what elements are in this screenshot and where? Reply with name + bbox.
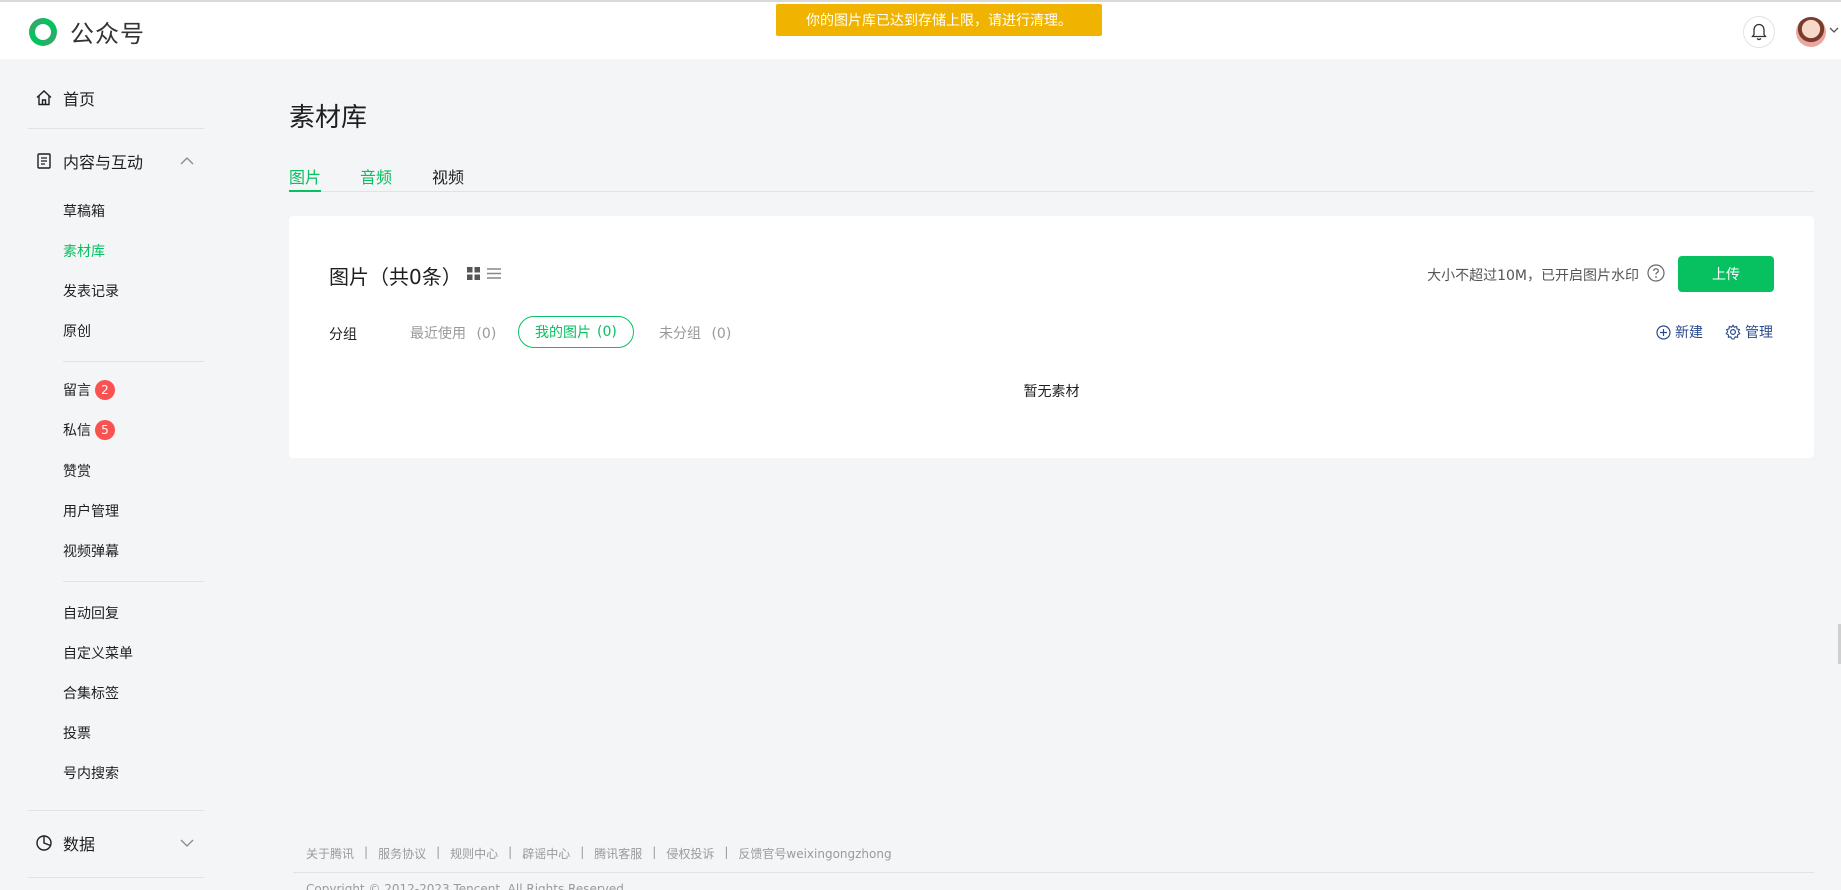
sidebar-section-label: 数据 [63, 835, 96, 854]
logo[interactable]: 公众号 [26, 14, 145, 49]
sidebar-item-label: 私信 [63, 423, 91, 439]
sidebar-item-messages[interactable]: 私信 5 [63, 420, 115, 440]
plus-circle-icon [1656, 324, 1671, 340]
group-name: 未分组 [659, 326, 701, 342]
footer-link[interactable]: 服务协议 [378, 845, 426, 862]
footer-divider [293, 872, 1814, 873]
copyright: Copyright © 2012-2023 Tencent. All Right… [306, 882, 628, 890]
avatar[interactable] [1796, 17, 1826, 47]
page-title: 素材库 [289, 103, 368, 133]
divider [63, 361, 204, 362]
footer-link[interactable]: 反馈官号weixingongzhong [738, 845, 891, 862]
divider [63, 581, 204, 582]
sidebar-item-home[interactable]: 首页 [35, 86, 95, 110]
group-count: (0) [711, 326, 732, 342]
list-view-icon[interactable] [487, 267, 501, 280]
sidebar-item-drafts[interactable]: 草稿箱 [63, 201, 105, 221]
sidebar-item-user-management[interactable]: 用户管理 [63, 501, 119, 521]
image-count-title: 图片（共0条） [329, 265, 462, 289]
footer-link[interactable]: 关于腾讯 [306, 845, 354, 862]
sidebar-item-reward[interactable]: 赞赏 [63, 461, 91, 481]
tab-audio[interactable]: 音频 [360, 164, 392, 192]
chevron-up-icon[interactable] [180, 156, 194, 165]
sidebar-section-content[interactable]: 内容与互动 [35, 149, 143, 173]
empty-state-text: 暂无素材 [1023, 384, 1080, 400]
footer-link[interactable]: 辟谣中心 [522, 845, 570, 862]
sidebar-item-label: 留言 [63, 383, 91, 399]
group-my-images[interactable]: 我的图片 (0) [518, 316, 634, 348]
footer-links: 关于腾讯 | 服务协议 | 规则中心 | 辟谣中心 | 腾讯客服 | 侵权投诉 | 反馈官号… [306, 845, 892, 862]
sidebar-item-collection-tags[interactable]: 合集标签 [63, 683, 119, 703]
group-ungrouped[interactable]: 未分组 (0) [659, 323, 731, 343]
group-name: 最近使用 [410, 326, 466, 342]
sidebar: 首页 内容与互动 草稿箱 素材库 发表记录 原创 留言 2 私信 5 赞赏 用户… [0, 59, 220, 890]
messages-count-badge: 5 [95, 420, 115, 440]
chevron-down-icon[interactable] [1829, 26, 1839, 34]
tab-video[interactable]: 视频 [432, 164, 464, 192]
footer-link[interactable]: 侵权投诉 [666, 845, 714, 862]
footer-link[interactable]: 腾讯客服 [594, 845, 642, 862]
sidebar-section-label: 内容与互动 [63, 153, 144, 172]
wechat-official-logo-icon [29, 17, 57, 46]
group-name: 我的图片 [535, 325, 591, 341]
home-icon [36, 90, 52, 106]
material-type-tabs: 图片 音频 视频 [289, 162, 1814, 192]
sidebar-item-auto-reply[interactable]: 自动回复 [63, 603, 119, 623]
image-library-card: 图片（共0条） 大小不超过10M，已开启图片水印 上传 分组 最近使用 (0) … [289, 216, 1814, 458]
tab-images[interactable]: 图片 [289, 164, 322, 192]
divider [28, 877, 204, 878]
document-icon [37, 153, 51, 169]
footer-link[interactable]: 规则中心 [450, 845, 498, 862]
group-label: 分组 [329, 327, 357, 343]
sidebar-item-custom-menu[interactable]: 自定义菜单 [63, 643, 133, 663]
sidebar-item-material-library[interactable]: 素材库 [63, 241, 105, 261]
new-group-label: 新建 [1675, 325, 1703, 341]
sidebar-section-data[interactable]: 数据 [35, 831, 95, 855]
gear-icon [1725, 324, 1741, 340]
sidebar-item-comments[interactable]: 留言 2 [63, 380, 115, 400]
grid-view-icon[interactable] [467, 267, 480, 280]
chevron-down-icon[interactable] [180, 839, 194, 848]
divider [28, 128, 204, 129]
storage-limit-notice: 你的图片库已达到存储上限，请进行清理。 [776, 4, 1102, 36]
comments-count-badge: 2 [95, 380, 115, 400]
manage-groups-button[interactable]: 管理 [1725, 322, 1773, 342]
sidebar-item-in-account-search[interactable]: 号内搜索 [63, 763, 119, 783]
divider [28, 810, 204, 811]
manage-groups-label: 管理 [1745, 325, 1773, 341]
logo-text: 公众号 [70, 20, 145, 48]
pie-chart-icon [36, 835, 52, 851]
sidebar-item-original[interactable]: 原创 [63, 321, 91, 341]
bell-icon [1751, 23, 1767, 41]
help-icon[interactable] [1647, 264, 1665, 282]
upload-button[interactable]: 上传 [1678, 256, 1774, 292]
new-group-button[interactable]: 新建 [1656, 322, 1703, 342]
sidebar-item-publish-records[interactable]: 发表记录 [63, 281, 119, 301]
top-header: 公众号 你的图片库已达到存储上限，请进行清理。 [0, 0, 1841, 59]
group-count: (0) [476, 326, 497, 342]
group-recent[interactable]: 最近使用 (0) [410, 323, 496, 343]
notification-button[interactable] [1743, 16, 1775, 48]
sidebar-item-video-danmaku[interactable]: 视频弹幕 [63, 541, 119, 561]
upload-hint: 大小不超过10M，已开启图片水印 [1427, 268, 1639, 284]
group-count: (0) [597, 324, 617, 340]
sidebar-item-label: 首页 [63, 90, 96, 109]
sidebar-item-vote[interactable]: 投票 [63, 723, 91, 743]
